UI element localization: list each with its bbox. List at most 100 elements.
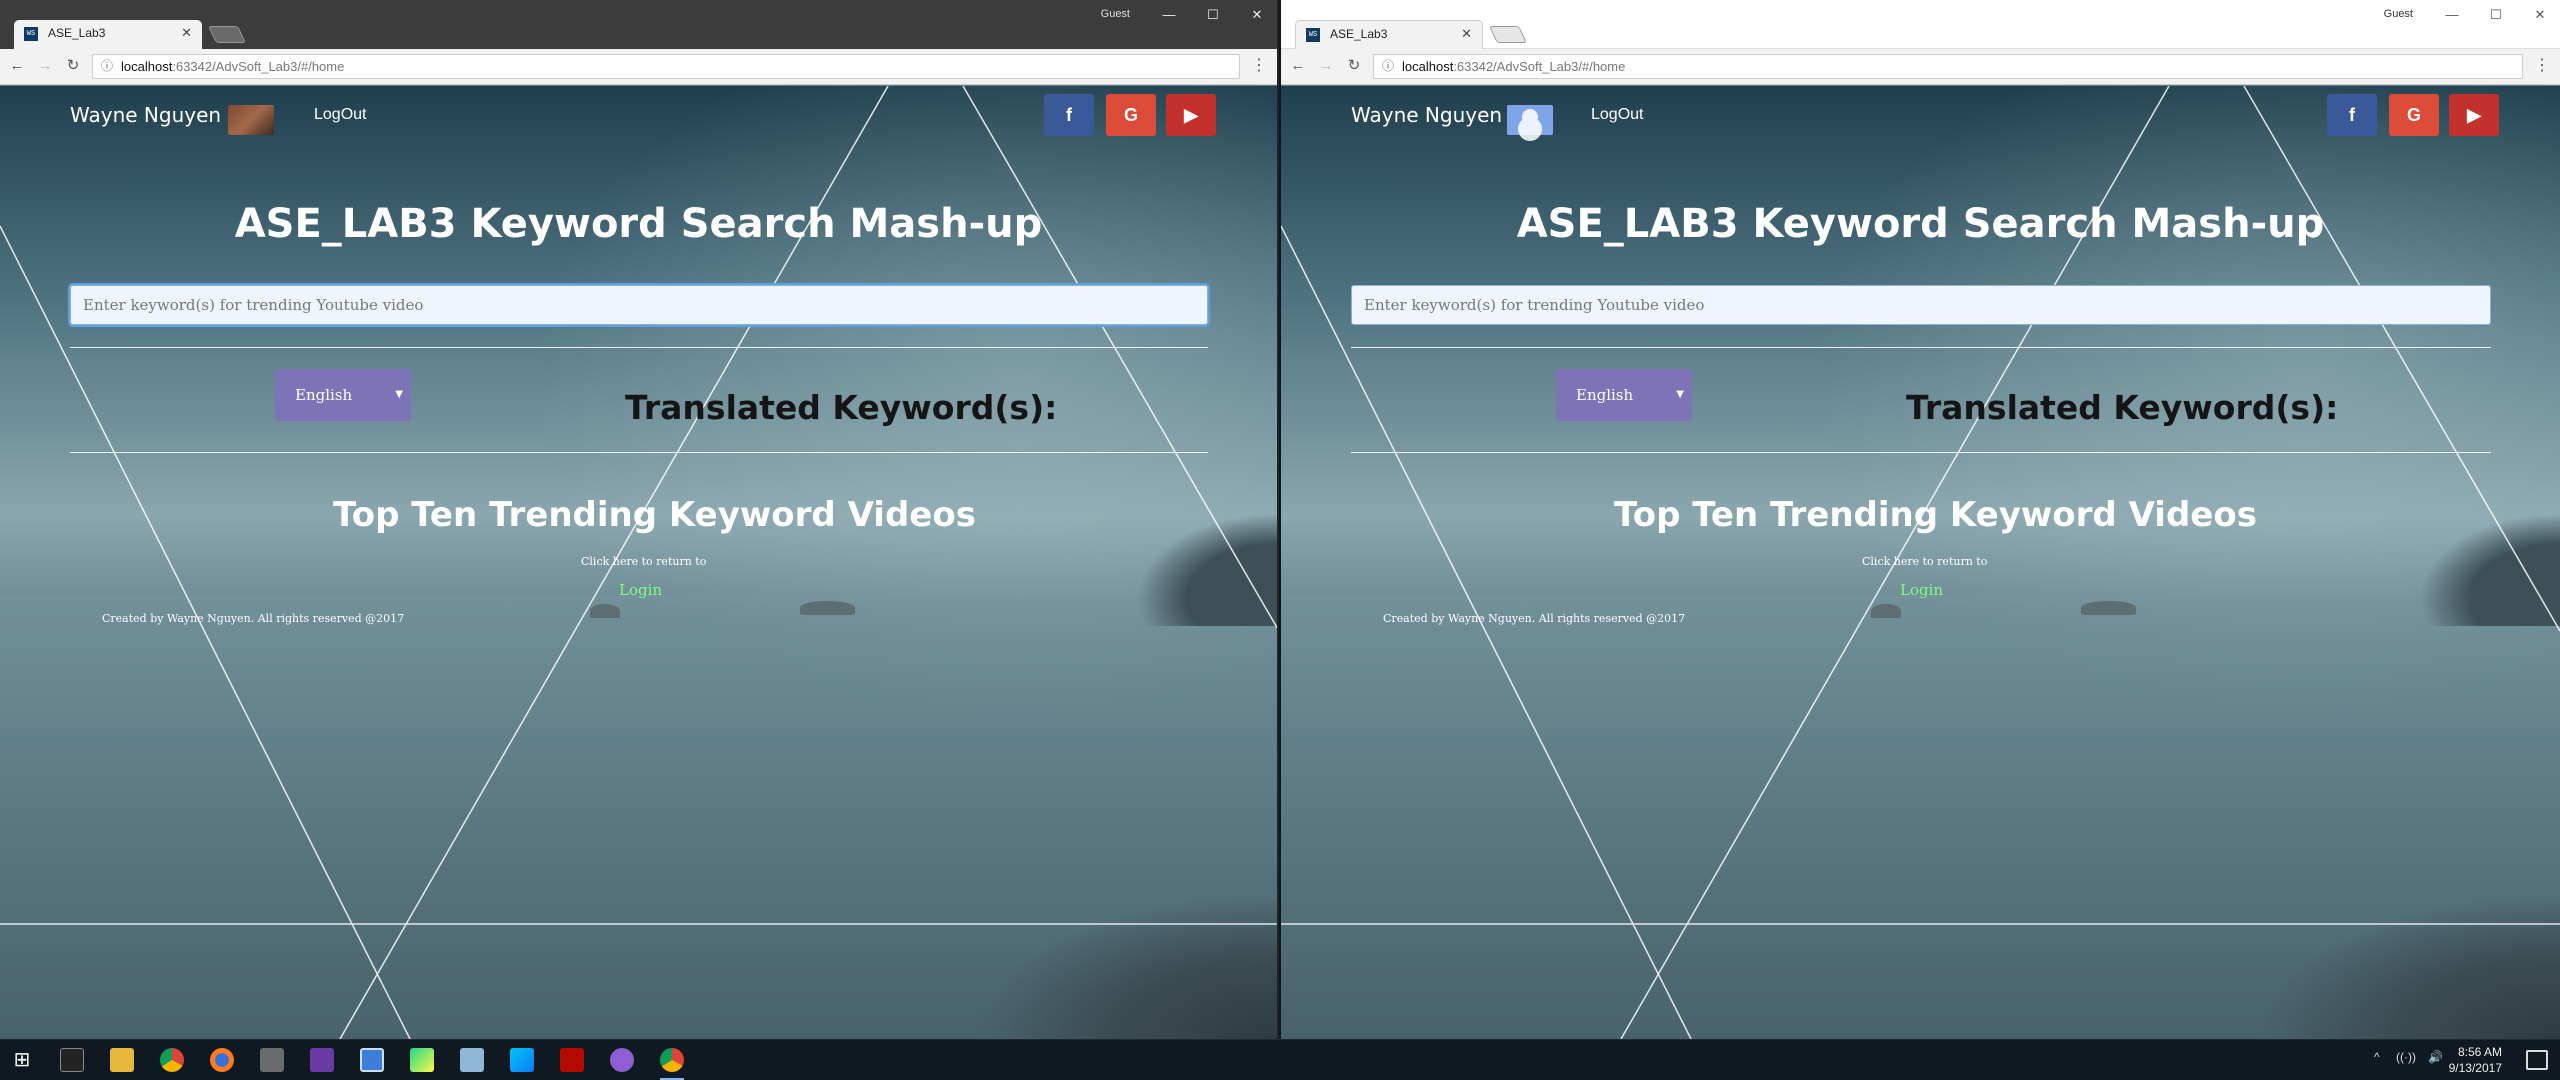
google-button[interactable]: G — [1106, 94, 1156, 136]
footer-text: Created by Wayne Nguyen. All rights rese… — [1383, 612, 1686, 625]
app-circle-icon[interactable] — [610, 1048, 634, 1072]
tab-close-icon[interactable]: ✕ — [181, 25, 192, 41]
webstorm-icon[interactable] — [510, 1048, 534, 1072]
title-bar: WS ASE_Lab3 ✕ Guest — ☐ ✕ — [1281, 0, 2560, 49]
default-avatar-icon — [1507, 105, 1553, 135]
back-icon[interactable]: ← — [1287, 55, 1309, 77]
keyword-search-input[interactable] — [1351, 285, 2491, 325]
tab-close-icon[interactable]: ✕ — [1461, 26, 1472, 42]
webstorm-favicon-icon: WS — [24, 27, 38, 41]
divider — [70, 452, 1208, 453]
language-select[interactable]: English ▼ — [1556, 369, 1692, 421]
rocks-background — [2040, 779, 2560, 1039]
back-icon[interactable]: ← — [6, 55, 28, 77]
clock-time: 8:56 AM — [2457, 1045, 2502, 1059]
browser-window-right: WS ASE_Lab3 ✕ Guest — ☐ ✕ ← → ↻ ⓘ localh… — [1281, 0, 2560, 1039]
close-window-icon[interactable]: ✕ — [1237, 2, 1277, 28]
keyword-search-input[interactable] — [70, 285, 1208, 325]
browser-menu-icon[interactable]: ⋮ — [2534, 55, 2550, 77]
trending-videos-heading: Top Ten Trending Keyword Videos — [333, 495, 976, 535]
info-icon[interactable]: ⓘ — [101, 55, 113, 78]
login-link[interactable]: Login — [619, 581, 662, 599]
translated-keywords-heading: Translated Keyword(s): — [625, 388, 1058, 427]
islet-background — [800, 601, 855, 615]
youtube-button[interactable]: ▶ — [1166, 94, 1216, 136]
reload-icon[interactable]: ↻ — [62, 55, 84, 77]
volume-icon[interactable]: 🔊 — [2428, 1050, 2443, 1064]
trending-videos-heading: Top Ten Trending Keyword Videos — [1614, 495, 2257, 535]
browser-toolbar: ← → ↻ ⓘ localhost:63342/AdvSoft_Lab3/#/h… — [0, 49, 1277, 85]
title-bar: WS ASE_Lab3 ✕ Guest — ☐ ✕ — [0, 0, 1277, 49]
chrome-active-icon[interactable] — [660, 1048, 684, 1072]
youtube-button[interactable]: ▶ — [2449, 94, 2499, 136]
browser-menu-icon[interactable]: ⋮ — [1251, 55, 1267, 77]
browser-tab[interactable]: WS ASE_Lab3 ✕ — [1295, 20, 1483, 49]
forward-icon[interactable]: → — [1315, 55, 1337, 77]
dropdown-caret-icon: ▼ — [1676, 389, 1684, 400]
page-title: ASE_LAB3 Keyword Search Mash-up — [234, 201, 1043, 247]
new-tab-button[interactable] — [208, 26, 246, 43]
system-clock[interactable]: 8:56 AM 9/13/2017 — [2449, 1044, 2502, 1076]
forward-icon[interactable]: → — [34, 55, 56, 77]
page-viewport: Wayne Nguyen LogOut f G ▶ ASE_LAB3 Keywo… — [1281, 86, 2560, 1039]
desktop: WS ASE_Lab3 ✕ Guest — ☐ ✕ ← → ↻ ⓘ localh… — [0, 0, 2560, 1080]
language-select[interactable]: English ▼ — [275, 369, 411, 421]
info-icon[interactable]: ⓘ — [1382, 55, 1394, 78]
page-title: ASE_LAB3 Keyword Search Mash-up — [1516, 201, 2325, 247]
url-host: localhost — [121, 59, 173, 74]
user-avatar — [228, 105, 274, 135]
google-button[interactable]: G — [2389, 94, 2439, 136]
reload-icon[interactable]: ↻ — [1343, 55, 1365, 77]
profile-label[interactable]: Guest — [1101, 8, 1130, 20]
logout-link[interactable]: LogOut — [1591, 106, 1643, 124]
rocks-background — [757, 779, 1277, 1039]
address-bar[interactable]: ⓘ localhost:63342/AdvSoft_Lab3/#/home — [1373, 54, 2523, 79]
notes-icon[interactable] — [460, 1048, 484, 1072]
browser-window-left: WS ASE_Lab3 ✕ Guest — ☐ ✕ ← → ↻ ⓘ localh… — [0, 0, 1279, 1039]
tray-chevron-icon[interactable]: ^ — [2374, 1050, 2380, 1064]
divider — [1351, 347, 2491, 348]
file-explorer-icon[interactable] — [110, 1048, 134, 1072]
acrobat-icon[interactable] — [560, 1048, 584, 1072]
url-path: :63342/AdvSoft_Lab3/#/home — [1453, 59, 1626, 74]
url-host: localhost — [1402, 59, 1454, 74]
language-selected: English — [295, 386, 353, 404]
tools-icon[interactable] — [260, 1048, 284, 1072]
islet-background — [590, 604, 620, 618]
tab-title: ASE_Lab3 — [48, 26, 106, 40]
minimize-icon[interactable]: — — [1149, 2, 1189, 28]
network-icon[interactable]: ((·)) — [2396, 1050, 2416, 1064]
islet-background — [1871, 604, 1901, 618]
new-tab-button[interactable] — [1489, 26, 1527, 43]
terminal-icon[interactable] — [60, 1048, 84, 1072]
tab-title: ASE_Lab3 — [1330, 27, 1388, 41]
pycharm-icon[interactable] — [410, 1048, 434, 1072]
browser-toolbar: ← → ↻ ⓘ localhost:63342/AdvSoft_Lab3/#/h… — [1281, 49, 2560, 85]
firefox-icon[interactable] — [210, 1048, 234, 1072]
divider — [1351, 452, 2491, 453]
remote-desktop-icon[interactable] — [360, 1048, 384, 1072]
page-viewport: Wayne Nguyen LogOut f G ▶ ASE_LAB3 Keywo… — [0, 86, 1277, 1039]
profile-label[interactable]: Guest — [2384, 8, 2413, 20]
facebook-button[interactable]: f — [1044, 94, 1094, 136]
translated-keywords-heading: Translated Keyword(s): — [1906, 388, 2339, 427]
minimize-icon[interactable]: — — [2432, 2, 2472, 28]
chrome-icon[interactable] — [160, 1048, 184, 1072]
visual-studio-icon[interactable] — [310, 1048, 334, 1072]
close-window-icon[interactable]: ✕ — [2520, 2, 2560, 28]
user-name: Wayne Nguyen — [1351, 103, 1503, 127]
facebook-button[interactable]: f — [2327, 94, 2377, 136]
user-name: Wayne Nguyen — [70, 103, 222, 127]
browser-tab[interactable]: WS ASE_Lab3 ✕ — [14, 20, 202, 49]
maximize-icon[interactable]: ☐ — [1193, 2, 1233, 28]
islet-background — [2081, 601, 2136, 615]
logout-link[interactable]: LogOut — [314, 106, 366, 124]
start-windows-icon[interactable]: ⊞ — [10, 1048, 34, 1072]
login-link[interactable]: Login — [1900, 581, 1943, 599]
webstorm-favicon-icon: WS — [1306, 28, 1320, 42]
taskbar: ⊞ ^ ((·)) 🔊 8:56 AM 9/13/2017 — [0, 1039, 2560, 1080]
address-bar[interactable]: ⓘ localhost:63342/AdvSoft_Lab3/#/home — [92, 54, 1240, 79]
divider — [70, 347, 1208, 348]
maximize-icon[interactable]: ☐ — [2476, 2, 2516, 28]
notification-center-icon[interactable] — [2526, 1050, 2548, 1070]
